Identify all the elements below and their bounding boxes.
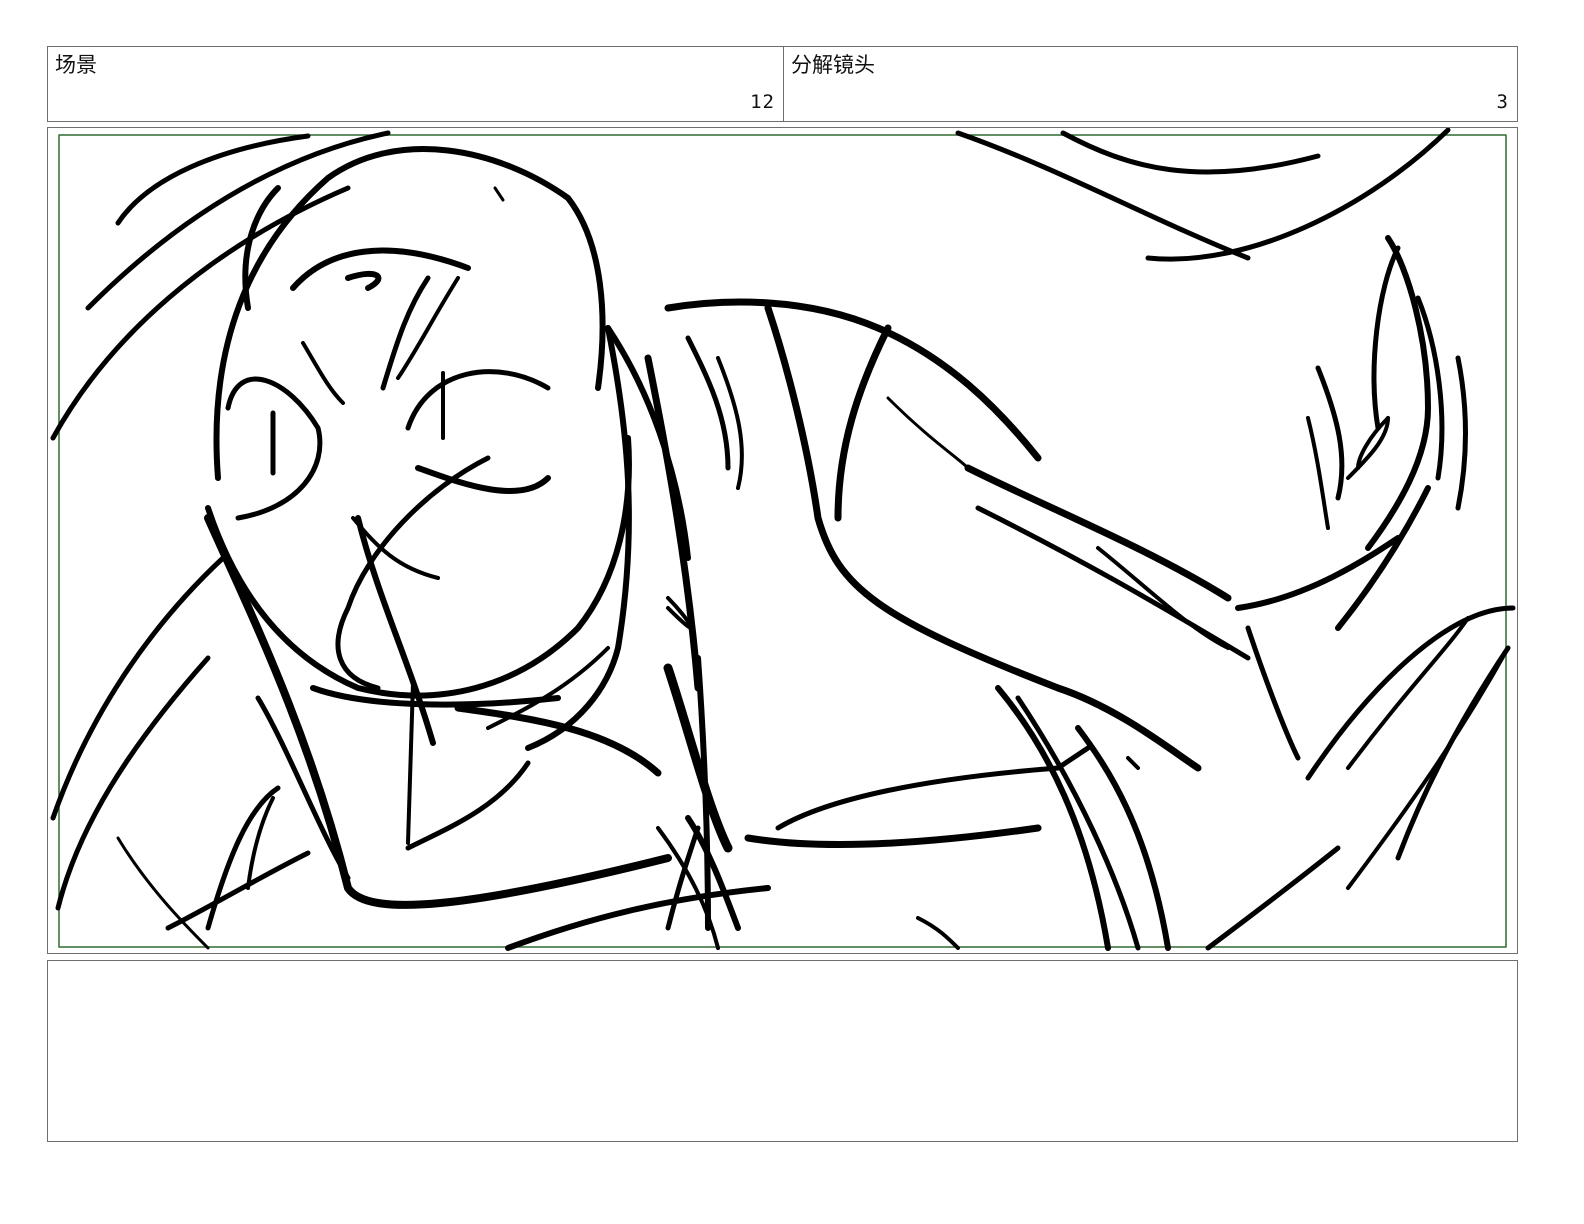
body-strokes <box>204 325 741 931</box>
background-strokes <box>50 128 1451 911</box>
storyboard-header: 场景 12 分解镜头 3 <box>47 46 1518 122</box>
panel-label: 分解镜头 <box>791 53 875 77</box>
notes-box <box>47 960 1518 1142</box>
sketch-drawing <box>50 128 1516 951</box>
scene-number: 12 <box>750 91 775 113</box>
scene-cell: 场景 12 <box>48 47 784 121</box>
panel-number: 3 <box>1496 91 1509 113</box>
storyboard-panel <box>47 127 1518 954</box>
scene-label: 场景 <box>55 53 97 77</box>
arm-strokes <box>664 298 1401 951</box>
hand-strokes <box>1205 235 1516 951</box>
lower-strokes <box>116 785 960 951</box>
panel-cell: 分解镜头 3 <box>784 47 1517 121</box>
